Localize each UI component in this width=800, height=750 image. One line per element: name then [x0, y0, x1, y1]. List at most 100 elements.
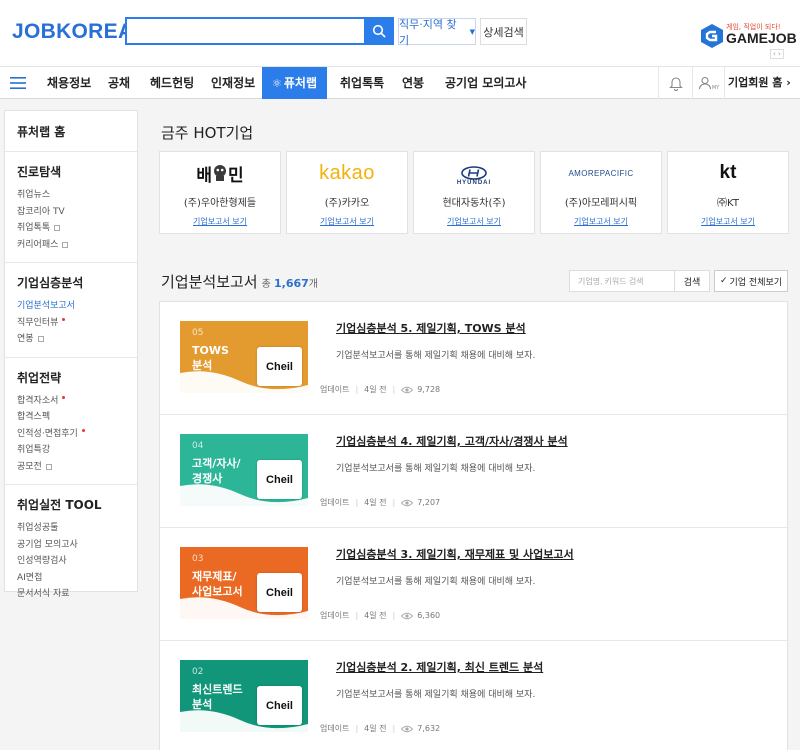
nav-item-talent[interactable]: 인재정보 — [211, 67, 255, 99]
updated-time: 4일 전 — [364, 385, 387, 394]
sidebar-item[interactable]: 잡코리아 TV — [17, 204, 125, 221]
report-thumbnail[interactable]: 04 고객/자사/ 경쟁사 Cheil — [180, 434, 308, 506]
nav-item-public[interactable]: 공채 — [108, 67, 130, 99]
report-meta: 업데이트 | 4일 전 | 7,207 — [320, 497, 440, 508]
thumbnail-label: TOWS 분석 — [192, 344, 229, 372]
all-companies-button[interactable]: ✓ 기업 전체보기 — [714, 270, 788, 292]
report-title[interactable]: 기업심층분석 5. 제일기획, TOWS 분석 — [336, 320, 526, 336]
report-thumbnail[interactable]: 03 재무제표/ 사업보고서 Cheil — [180, 547, 308, 619]
sidebar-item[interactable]: 커리어패스 — [17, 237, 125, 254]
my-button[interactable]: MY — [692, 67, 724, 99]
sidebar-item[interactable]: 공모전 — [17, 459, 125, 476]
sidebar-item[interactable]: 직무인터뷰 — [17, 315, 125, 332]
report-item[interactable]: 04 고객/자사/ 경쟁사 Cheil 기업심층분석 4. 제일기획, 고객/자… — [160, 415, 787, 528]
sidebar-item-label: 문서서식 자료 — [17, 589, 70, 599]
notification-button[interactable] — [658, 67, 692, 99]
report-search-input[interactable] — [570, 271, 674, 291]
sidebar-item[interactable]: 기업분석보고서 — [17, 298, 125, 315]
sidebar-section-title[interactable]: 취업실전 TOOL — [17, 496, 125, 513]
sidebar-section-title[interactable]: 진로탐색 — [17, 163, 125, 180]
nav-item-futurelab[interactable]: ⚛ 퓨처랩 — [262, 67, 327, 99]
kt-logo-text: kt — [719, 162, 737, 183]
company-name: (주)우아한형제들 — [183, 198, 257, 209]
sidebar-item[interactable]: 문서서식 자료 — [17, 586, 125, 603]
new-dot-icon — [81, 429, 85, 433]
nav-item-mock-exam[interactable]: 공기업 모의고사 — [445, 67, 526, 99]
hot-company-card[interactable]: AMOREPACIFIC (주)아모레퍼시픽 기업보고서 보기 — [540, 151, 662, 234]
report-title[interactable]: 기업심층분석 3. 제일기획, 재무제표 및 사업보고서 — [336, 546, 574, 562]
company-report-link[interactable]: 기업보고서 보기 — [287, 216, 407, 227]
eye-icon — [401, 499, 414, 506]
gamejob-banner[interactable]: 게임, 직업이 되다! GAMEJOB ‹ › — [700, 20, 797, 60]
hot-company-card[interactable]: kt ㈜KT 기업보고서 보기 — [667, 151, 789, 234]
new-dot-icon — [62, 396, 66, 400]
company-name: (주)카카오 — [324, 198, 370, 209]
nav-item-talk[interactable]: 취업톡톡 — [340, 67, 384, 99]
report-thumbnail[interactable]: 05 TOWS 분석 Cheil — [180, 321, 308, 393]
thumbnail-number: 02 — [192, 667, 204, 677]
company-report-link[interactable]: 기업보고서 보기 — [541, 216, 661, 227]
nav-item-headhunting[interactable]: 헤드헌팅 — [150, 67, 194, 99]
search-button[interactable] — [364, 17, 394, 45]
hot-company-card[interactable]: 배 민 (주)우아한형제들 기업보고서 보기 — [159, 151, 281, 234]
company-name: ㈜KT — [717, 198, 739, 209]
report-title[interactable]: 기업심층분석 4. 제일기획, 고객/자사/경쟁사 분석 — [336, 433, 568, 449]
sidebar-item[interactable]: 인성역량검사 — [17, 553, 125, 570]
detail-search-button[interactable]: 상세검색 — [480, 18, 527, 45]
sidebar-section-title[interactable]: 취업전략 — [17, 369, 125, 386]
sidebar-item[interactable]: 공기업 모의고사 — [17, 537, 125, 554]
sidebar-section-title[interactable]: 기업심층분석 — [17, 274, 125, 291]
baemin-character-icon — [214, 165, 226, 181]
sidebar-section: 기업심층분석기업분석보고서 직무인터뷰 연봉 — [5, 263, 137, 358]
search-icon — [372, 24, 386, 38]
nav-item-salary[interactable]: 연봉 — [402, 67, 424, 99]
report-meta: 업데이트 | 4일 전 | 6,360 — [320, 610, 440, 621]
sidebar-item[interactable]: AI면접 — [17, 570, 125, 587]
sidebar-item[interactable]: 취업특강 — [17, 442, 125, 459]
banner-arrows[interactable]: ‹ › — [770, 49, 784, 59]
company-report-link[interactable]: 기업보고서 보기 — [414, 216, 534, 227]
hot-company-card[interactable]: HYUNDAI 현대자동차(주) 기업보고서 보기 — [413, 151, 535, 234]
sidebar-section: 취업실전 TOOL 취업성공툴 공기업 모의고사인성역량검사 AI면접문서서식 자료 — [5, 485, 137, 612]
eye-icon — [401, 612, 414, 619]
meta-separator: | — [355, 385, 359, 394]
sidebar-item[interactable]: 취업뉴스 — [17, 187, 125, 204]
sidebar-item[interactable]: 인적성·면접후기 — [17, 426, 125, 443]
company-report-link[interactable]: 기업보고서 보기 — [160, 216, 280, 227]
report-list: 05 TOWS 분석 Cheil 기업심층분석 5. 제일기획, TOWS 분석… — [159, 301, 788, 750]
sidebar-item[interactable]: 취업톡톡 — [17, 220, 125, 237]
report-thumbnail[interactable]: 02 최신트렌드 분석 Cheil — [180, 660, 308, 732]
sidebar-item[interactable]: 합격스펙 — [17, 409, 125, 426]
header: JOBKOREA 직무·지역 찾기 ▼ 상세검색 게임, 직업이 되다! GAM… — [0, 0, 800, 66]
gamejob-name: GAMEJOB — [726, 30, 797, 46]
sidebar-item-label: 공모전 — [17, 461, 42, 472]
hot-company-card[interactable]: kakao (주)카카오 기업보고서 보기 — [286, 151, 408, 234]
sidebar-item-label: 취업뉴스 — [17, 190, 51, 200]
corp-member-link[interactable]: 기업회원 홈 › — [728, 67, 791, 99]
report-title[interactable]: 기업심층분석 2. 제일기획, 최신 트렌드 분석 — [336, 659, 543, 675]
report-search-button[interactable]: 검색 — [674, 270, 710, 292]
jobkorea-logo[interactable]: JOBKOREA — [12, 20, 133, 44]
user-icon — [698, 76, 711, 90]
count-suffix: 개 — [308, 279, 318, 290]
bell-icon — [668, 76, 683, 91]
search-input[interactable] — [127, 19, 365, 43]
kt-logo: kt — [668, 152, 788, 194]
sidebar-item[interactable]: 취업성공툴 — [17, 520, 125, 537]
report-item[interactable]: 05 TOWS 분석 Cheil 기업심층분석 5. 제일기획, TOWS 분석… — [160, 302, 787, 415]
nav-item-jobs[interactable]: 채용정보 — [47, 67, 91, 99]
sidebar-item[interactable]: 합격자소서 — [17, 393, 125, 410]
sidebar-item[interactable]: 연봉 — [17, 331, 125, 348]
thumbnail-label: 재무제표/ 사업보고서 — [192, 570, 243, 598]
sidebar-item-label: 합격자소서 — [17, 395, 59, 406]
menu-button[interactable] — [0, 67, 36, 99]
region-search-button[interactable]: 직무·지역 찾기 ▼ — [398, 18, 476, 47]
external-link-icon — [45, 463, 52, 470]
sidebar-home[interactable]: 퓨처랩 홈 — [5, 111, 137, 152]
report-item[interactable]: 03 재무제표/ 사업보고서 Cheil 기업심층분석 3. 제일기획, 재무제… — [160, 528, 787, 641]
sidebar-item-label: 인성역량검사 — [17, 556, 67, 566]
company-report-link[interactable]: 기업보고서 보기 — [668, 216, 788, 227]
report-item[interactable]: 02 최신트렌드 분석 Cheil 기업심층분석 2. 제일기획, 최신 트렌드… — [160, 641, 787, 750]
chevron-down-icon: ▼ — [469, 27, 475, 36]
hyundai-emblem-icon — [461, 166, 487, 180]
